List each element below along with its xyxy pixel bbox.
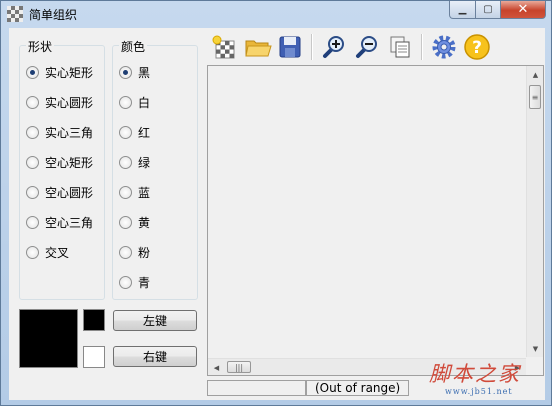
radio-button[interactable] xyxy=(119,245,132,259)
horizontal-scroll-thumb[interactable]: ||| xyxy=(227,361,251,373)
radio-button[interactable] xyxy=(119,215,132,229)
window-title: 简单组织 xyxy=(29,8,78,22)
settings-gear-icon xyxy=(432,35,456,59)
settings-button[interactable] xyxy=(429,32,459,62)
watermark-url-text: www.jb51.net xyxy=(445,387,513,396)
help-button[interactable]: ? xyxy=(462,32,492,62)
shape-option-hollow-triangle[interactable]: 空心三角 xyxy=(26,213,93,231)
radio-button[interactable] xyxy=(26,185,39,199)
new-button[interactable] xyxy=(209,32,239,62)
toolbar-separator xyxy=(421,34,423,60)
color-group-title: 颜色 xyxy=(119,38,148,55)
color-option-green[interactable]: 绿 xyxy=(119,153,150,171)
scroll-down-arrow-icon[interactable]: ▼ xyxy=(527,340,544,357)
title-bar[interactable]: 简单组织 ▁ ▢ ✕ xyxy=(1,1,551,27)
close-icon: ✕ xyxy=(517,2,529,17)
scroll-corner xyxy=(526,358,543,375)
color-option-pink[interactable]: 粉 xyxy=(119,243,150,261)
color-group: 颜色 黑 白 红 绿 蓝 黄 粉 青 xyxy=(112,38,198,300)
radio-button[interactable] xyxy=(26,215,39,229)
shape-option-solid-triangle[interactable]: 实心三角 xyxy=(26,123,93,141)
scroll-left-arrow-icon[interactable]: ◀ xyxy=(208,359,225,376)
color-option-white[interactable]: 白 xyxy=(119,93,150,111)
radio-button[interactable] xyxy=(119,185,132,199)
color-option-blue[interactable]: 蓝 xyxy=(119,183,150,201)
copy-pages-button[interactable] xyxy=(385,32,415,62)
save-icon xyxy=(279,36,301,58)
left-color-swatch[interactable] xyxy=(83,309,105,331)
copy-pages-icon xyxy=(390,36,410,58)
toolbar-separator xyxy=(311,34,313,60)
zoom-out-button[interactable] xyxy=(352,32,382,62)
radio-button[interactable] xyxy=(119,125,132,139)
scroll-up-arrow-icon[interactable]: ▲ xyxy=(527,66,544,83)
radio-button[interactable] xyxy=(119,275,132,289)
new-icon xyxy=(212,35,235,59)
radio-button[interactable] xyxy=(26,155,39,169)
shape-option-hollow-rect[interactable]: 空心矩形 xyxy=(26,153,93,171)
open-button[interactable] xyxy=(243,32,273,62)
shape-option-solid-rect[interactable]: 实心矩形 xyxy=(26,63,93,81)
zoom-out-icon xyxy=(356,36,377,58)
radio-button[interactable] xyxy=(119,65,132,79)
color-option-yellow[interactable]: 黄 xyxy=(119,213,150,231)
color-option-cyan[interactable]: 青 xyxy=(119,273,150,291)
radio-button[interactable] xyxy=(26,245,39,259)
zoom-in-icon xyxy=(323,36,344,58)
open-folder-icon xyxy=(245,40,272,57)
right-color-swatch[interactable] xyxy=(83,346,105,368)
watermark-main-text: 脚本之家 xyxy=(429,362,521,386)
maximize-button[interactable]: ▢ xyxy=(475,1,501,19)
vertical-scroll-thumb[interactable]: ≡ xyxy=(529,85,541,109)
radio-button[interactable] xyxy=(26,65,39,79)
shape-option-cross[interactable]: 交叉 xyxy=(26,243,69,261)
minimize-button[interactable]: ▁ xyxy=(449,1,476,19)
status-field-coordinates: (Out of range) xyxy=(306,380,409,396)
shape-group-title: 形状 xyxy=(26,38,55,55)
zoom-in-button[interactable] xyxy=(319,32,349,62)
right-button[interactable]: 右键 xyxy=(113,346,197,367)
maximize-icon: ▢ xyxy=(483,4,493,15)
vertical-scrollbar[interactable]: ▲ ≡ ▼ xyxy=(526,66,543,357)
shape-group: 形状 实心矩形 实心圆形 实心三角 空心矩形 空心圆形 空心三角 交叉 xyxy=(19,38,105,300)
radio-button[interactable] xyxy=(26,125,39,139)
help-icon: ? xyxy=(464,34,490,60)
radio-button[interactable] xyxy=(119,95,132,109)
status-field-left xyxy=(207,380,306,396)
app-checker-icon xyxy=(7,6,23,22)
color-option-red[interactable]: 红 xyxy=(119,123,150,141)
save-button[interactable] xyxy=(275,32,305,62)
client-area: 形状 实心矩形 实心圆形 实心三角 空心矩形 空心圆形 空心三角 交叉 颜色 黑… xyxy=(9,28,545,400)
app-window: 简单组织 ▁ ▢ ✕ 形状 实心矩形 实心圆形 实心三角 空心矩形 空心圆形 空… xyxy=(0,0,552,406)
shape-option-solid-circle[interactable]: 实心圆形 xyxy=(26,93,93,111)
close-button[interactable]: ✕ xyxy=(500,1,546,19)
shape-option-hollow-circle[interactable]: 空心圆形 xyxy=(26,183,93,201)
minimize-icon: ▁ xyxy=(458,4,467,15)
left-button[interactable]: 左键 xyxy=(113,310,197,331)
shape-preview xyxy=(19,309,78,368)
svg-text:?: ? xyxy=(472,38,482,58)
site-watermark: 脚本之家 www.jb51.net xyxy=(429,358,521,396)
drawing-canvas[interactable]: ▲ ≡ ▼ ◀ ||| ▶ xyxy=(207,65,544,376)
color-option-black[interactable]: 黑 xyxy=(119,63,150,81)
radio-button[interactable] xyxy=(26,95,39,109)
radio-button[interactable] xyxy=(119,155,132,169)
